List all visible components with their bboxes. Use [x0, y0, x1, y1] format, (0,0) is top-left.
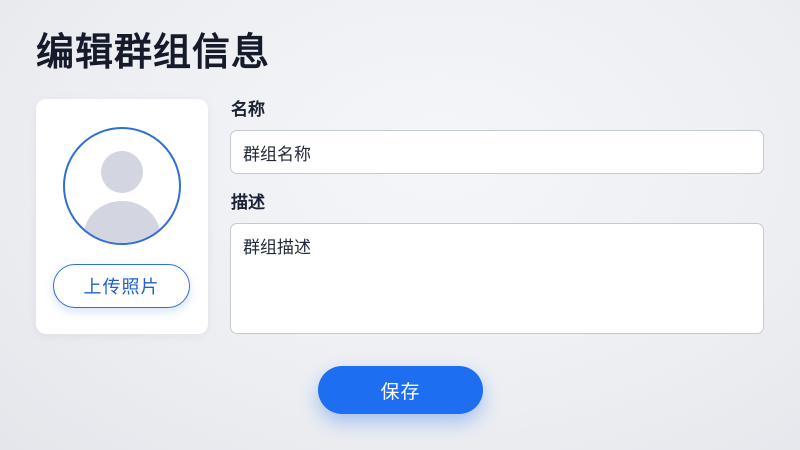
user-placeholder-icon: [84, 151, 160, 243]
upload-photo-button[interactable]: 上传照片: [53, 264, 190, 308]
avatar-card: 上传照片: [36, 99, 208, 334]
page-title: 编辑群组信息: [36, 30, 271, 74]
avatar: [63, 127, 181, 245]
description-label: 描述: [231, 193, 265, 213]
name-input[interactable]: 群组名称: [230, 130, 764, 174]
name-label: 名称: [231, 100, 265, 120]
save-button[interactable]: 保存: [318, 366, 483, 414]
description-textarea[interactable]: 群组描述: [230, 223, 764, 334]
